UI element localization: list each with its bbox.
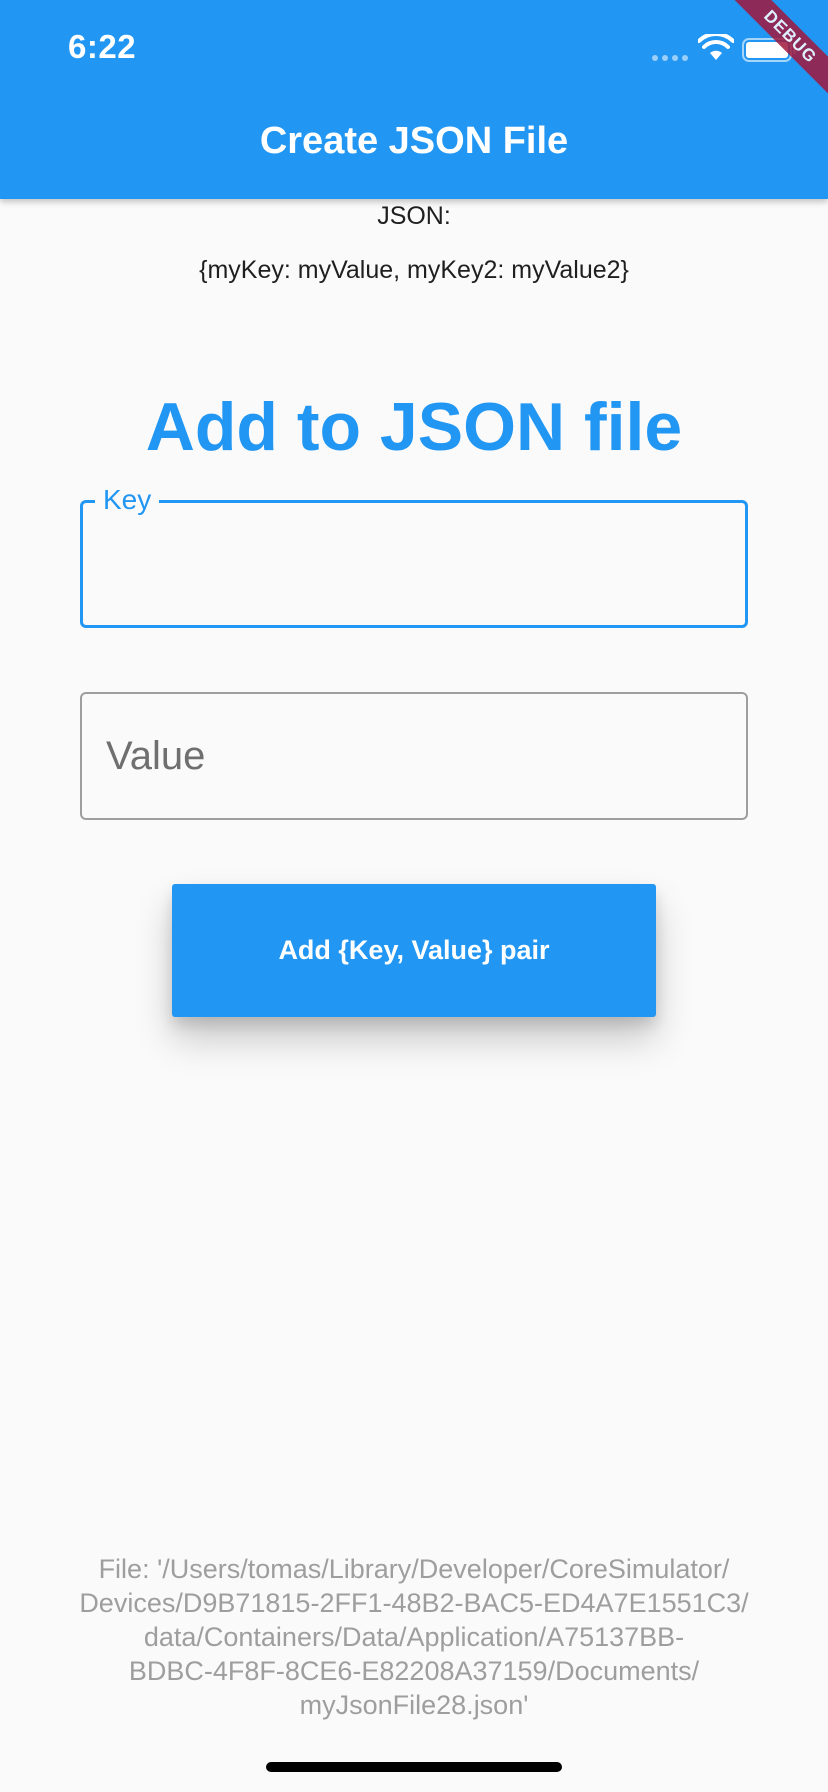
- home-indicator[interactable]: [266, 1762, 562, 1772]
- key-input-label: Key: [95, 483, 160, 517]
- app-bar-title: Create JSON File: [259, 120, 569, 162]
- form-heading: Add to JSON file: [145, 389, 683, 465]
- json-content: {myKey: myValue, myKey2: myValue2}: [199, 256, 629, 284]
- file-path-text: File: '/Users/tomas/Library/Developer/Co…: [79, 1554, 749, 1720]
- battery-icon: [742, 38, 796, 62]
- add-pair-button[interactable]: Add {Key, Value} pair: [172, 884, 656, 1017]
- value-input-placeholder: Value: [106, 734, 206, 778]
- value-input[interactable]: Value: [80, 692, 748, 820]
- status-bar-time: 6:22: [68, 28, 137, 65]
- wifi-icon: [698, 34, 734, 60]
- cellular-signal-icon: [652, 55, 688, 61]
- app-bar: 6:22 Create JSON File: [0, 0, 828, 199]
- key-input[interactable]: Key: [80, 483, 748, 628]
- json-label: JSON:: [377, 202, 451, 230]
